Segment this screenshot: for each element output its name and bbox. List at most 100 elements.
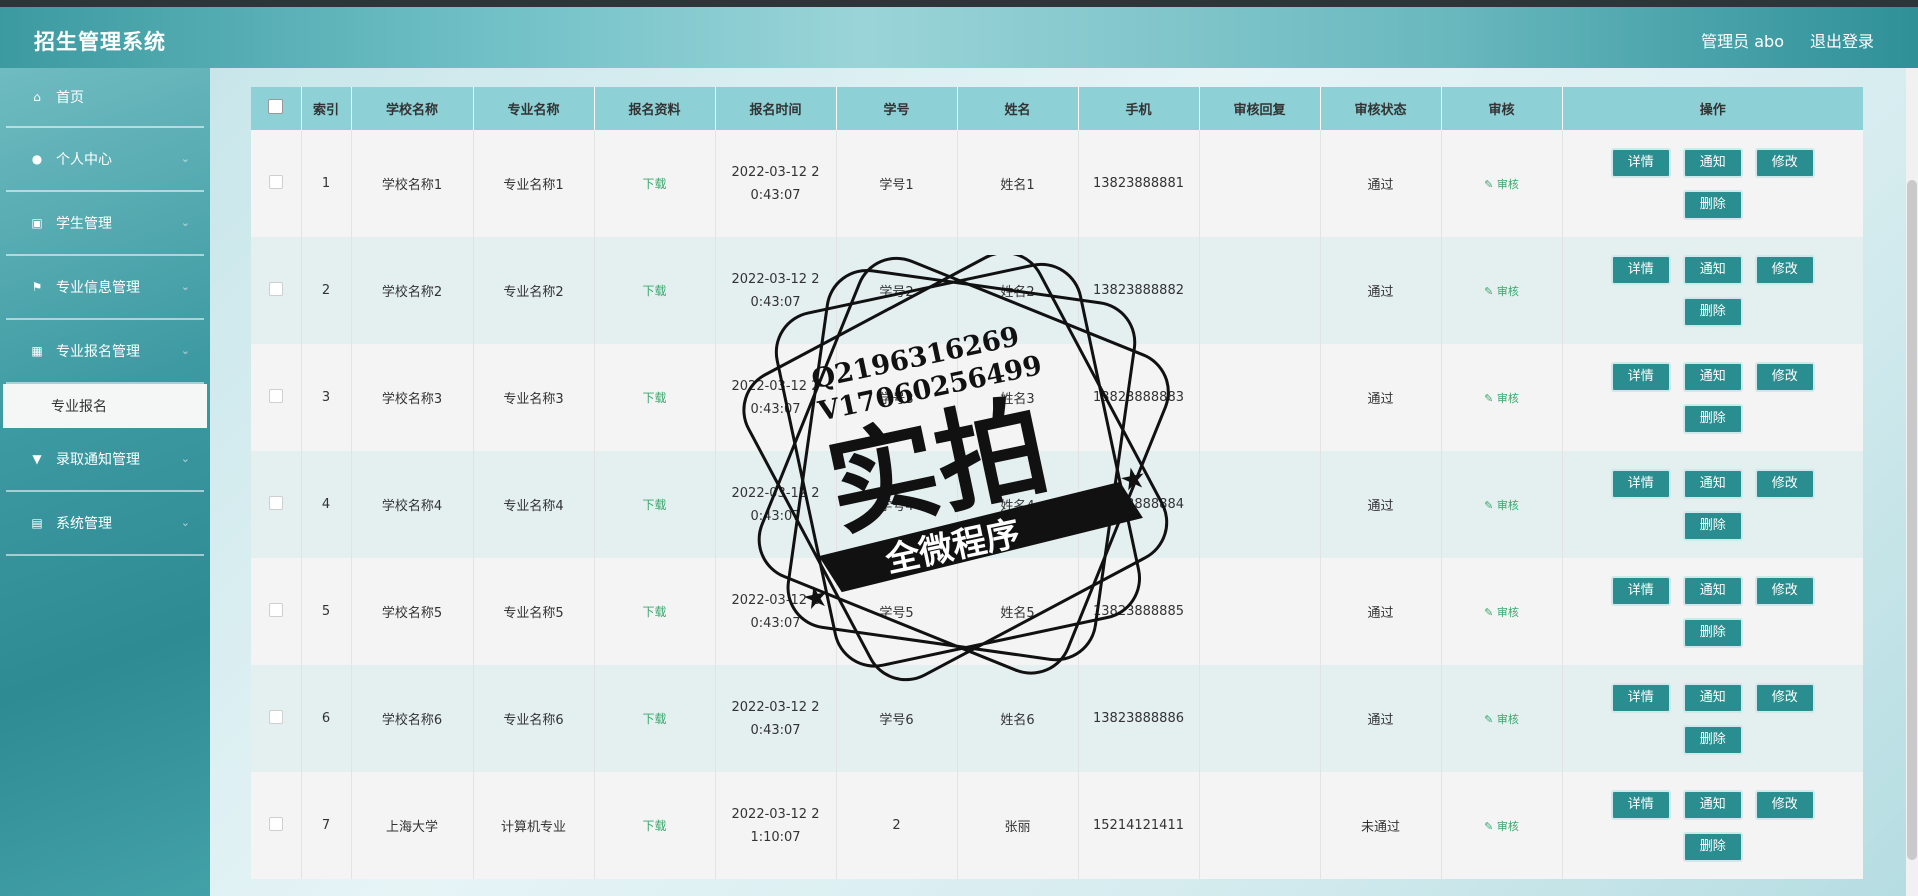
download-link[interactable]: 下载 [642,177,666,191]
materials-cell: 下载 [593,130,715,237]
sidebar-item-5[interactable]: ▼ 录取通知管理 ⌄ [6,428,204,492]
audit-link[interactable]: ✎ 审核 [1484,392,1519,405]
notify-button[interactable]: 通知 [1682,575,1743,606]
status-cell: 通过 [1319,451,1441,558]
audit-label: 审核 [1496,605,1519,619]
sidebar-item-2[interactable]: ▣ 学生管理 ⌄ [6,192,204,256]
status-cell: 通过 [1319,237,1441,344]
status-cell: 未通过 [1319,772,1441,879]
download-link[interactable]: 下载 [642,391,666,405]
sidebar-item-label: 专业信息管理 [56,280,140,296]
phone-cell: 15214121411 [1077,772,1199,879]
select-all-checkbox[interactable] [268,99,284,114]
column-header: 专业名称 [472,87,594,130]
row-checkbox[interactable] [268,495,283,510]
major-cell: 专业名称2 [472,237,594,344]
delete-button[interactable]: 删除 [1682,617,1743,648]
materials-cell: 下载 [593,237,715,344]
name-cell: 姓名2 [956,237,1078,344]
row-checkbox[interactable] [268,602,283,617]
materials-cell: 下载 [593,665,715,772]
phone-cell: 13823888882 [1077,237,1199,344]
delete-button[interactable]: 删除 [1682,189,1743,220]
sidebar-item-3[interactable]: ⚑ 专业信息管理 ⌄ [6,256,204,320]
select-all-cell [251,87,301,130]
edit-pen-icon: ✎ [1484,284,1497,298]
edit-button[interactable]: 修改 [1754,361,1815,392]
window-top-strip [0,0,1918,7]
notify-button[interactable]: 通知 [1682,254,1743,285]
notify-button[interactable]: 通知 [1682,361,1743,392]
download-link[interactable]: 下载 [642,498,666,512]
sidebar-item-6[interactable]: ▤ 系统管理 ⌄ [6,492,204,556]
row-checkbox[interactable] [268,388,283,403]
download-link[interactable]: 下载 [642,712,666,726]
detail-button[interactable]: 详情 [1610,147,1671,178]
delete-button[interactable]: 删除 [1682,831,1743,862]
student-no-cell: 学号6 [835,665,957,772]
sidebar-item-4[interactable]: ▦ 专业报名管理 ⌄ [6,320,204,384]
delete-button[interactable]: 删除 [1682,296,1743,327]
audit-link[interactable]: ✎ 审核 [1484,713,1519,726]
phone-cell: 13823888885 [1077,558,1199,665]
sidebar-item-1[interactable]: ● 个人中心 ⌄ [6,128,204,192]
detail-button[interactable]: 详情 [1610,254,1671,285]
name-cell: 张丽 [956,772,1078,879]
delete-button[interactable]: 删除 [1682,403,1743,434]
detail-button[interactable]: 详情 [1610,468,1671,499]
row-select-cell [251,772,301,879]
delete-button[interactable]: 删除 [1682,724,1743,755]
audit-cell: ✎ 审核 [1440,344,1562,451]
scrollbar-thumb[interactable] [1907,180,1917,860]
time-line1: 2022-03-12 2 [731,485,820,501]
school-cell: 学校名称2 [350,237,473,344]
time-cell: 2022-03-12 2 0:43:07 [714,665,836,772]
column-header: 手机 [1077,87,1199,130]
phone-cell: 13823888881 [1077,130,1199,237]
edit-button[interactable]: 修改 [1754,682,1815,713]
download-link[interactable]: 下载 [642,284,666,298]
detail-button[interactable]: 详情 [1610,789,1671,820]
phone-cell: 13823888884 [1077,451,1199,558]
row-checkbox[interactable] [268,816,283,831]
edit-button[interactable]: 修改 [1754,254,1815,285]
download-link[interactable]: 下载 [642,819,666,833]
submenu-item-major-registration[interactable]: 专业报名 [3,384,207,428]
edit-pen-icon: ✎ [1484,819,1497,833]
delete-button[interactable]: 删除 [1682,510,1743,541]
admin-label[interactable]: 管理员 abo [1701,28,1784,52]
row-checkbox[interactable] [268,174,283,189]
notify-button[interactable]: 通知 [1682,682,1743,713]
time-cell: 2022-03-12 2 1:10:07 [714,772,836,879]
column-header: 审核回复 [1198,87,1320,130]
table-row: 1 学校名称1 专业名称1 下载 2022-03-12 2 0:43:07 学号1 姓名1 13… [251,130,1863,237]
detail-button[interactable]: 详情 [1610,575,1671,606]
actions-cell: 详情 通知 修改 删除 [1561,237,1863,344]
audit-link[interactable]: ✎ 审核 [1484,820,1519,833]
logout-link[interactable]: 退出登录 [1810,28,1874,52]
notify-button[interactable]: 通知 [1682,789,1743,820]
row-checkbox[interactable] [268,281,283,296]
download-link[interactable]: 下载 [642,605,666,619]
detail-button[interactable]: 详情 [1610,682,1671,713]
time-line2: 0:43:07 [750,722,801,738]
edit-button[interactable]: 修改 [1754,789,1815,820]
audit-link[interactable]: ✎ 审核 [1484,606,1519,619]
detail-button[interactable]: 详情 [1610,361,1671,392]
audit-link[interactable]: ✎ 审核 [1484,178,1519,191]
page-scrollbar[interactable] [1906,68,1918,896]
edit-button[interactable]: 修改 [1754,575,1815,606]
time-cell: 2022-03-12 2 0:43:07 [714,451,836,558]
notify-button[interactable]: 通知 [1682,147,1743,178]
audit-cell: ✎ 审核 [1440,451,1562,558]
sidebar-item-0[interactable]: ⌂ 首页 [6,68,204,128]
edit-button[interactable]: 修改 [1754,468,1815,499]
notify-button[interactable]: 通知 [1682,468,1743,499]
row-checkbox[interactable] [268,709,283,724]
app-title: 招生管理系统 [34,30,166,54]
edit-button[interactable]: 修改 [1754,147,1815,178]
audit-link[interactable]: ✎ 审核 [1484,499,1519,512]
clipboard-icon: ▣ [31,216,43,230]
major-cell: 计算机专业 [472,772,594,879]
audit-link[interactable]: ✎ 审核 [1484,285,1519,298]
